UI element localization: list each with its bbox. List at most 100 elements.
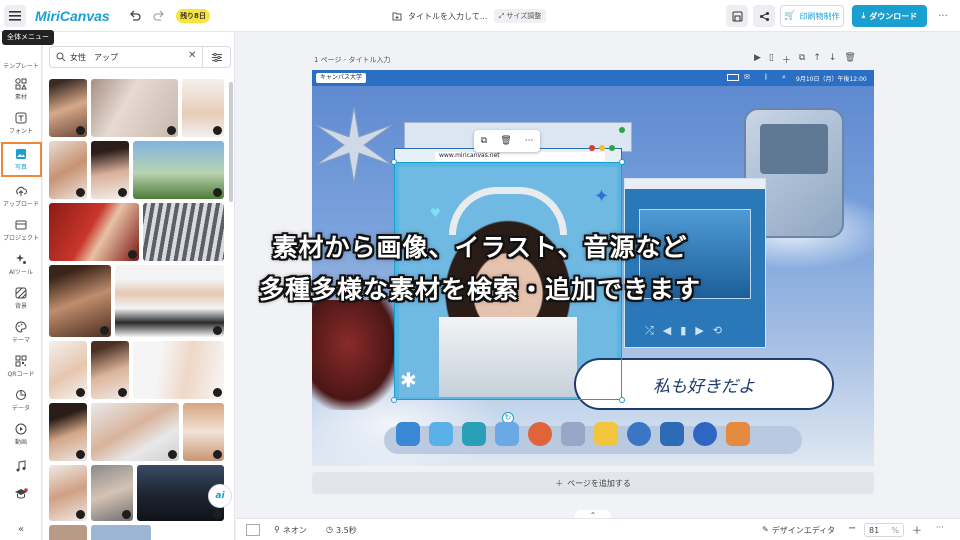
rail-item-learn[interactable] xyxy=(0,484,42,506)
print-button[interactable]: 🛒 印刷物制作 xyxy=(780,5,844,27)
top-bar: MiriCanvas 残り8日 タイトルを入力して... ⤢ サイズ調整 🛒 印刷物… xyxy=(0,0,960,32)
collapse-rail-button[interactable]: « xyxy=(0,522,42,536)
photo-thumb[interactable] xyxy=(91,465,133,521)
rail-item-theme[interactable]: テーマ xyxy=(0,317,42,347)
undo-icon xyxy=(130,10,141,21)
video-icon xyxy=(15,423,27,434)
bluetooth-icon: ᛒ xyxy=(764,73,769,81)
more-button[interactable]: ··· xyxy=(934,7,952,25)
zoom-out-button[interactable]: − xyxy=(848,523,856,534)
photo-thumb[interactable] xyxy=(49,403,87,461)
filter-button[interactable] xyxy=(202,47,231,67)
logo[interactable]: MiriCanvas xyxy=(35,7,110,25)
photo-thumb[interactable] xyxy=(91,525,151,540)
rail-item-music[interactable] xyxy=(0,453,42,481)
download-button[interactable]: ⤓ ダウンロード xyxy=(852,5,927,27)
premium-crown-icon xyxy=(168,450,177,459)
share-icon xyxy=(759,11,769,21)
ai-assistant-button[interactable]: ai xyxy=(208,484,232,508)
user-app-icon xyxy=(693,422,717,446)
search-input[interactable] xyxy=(70,50,185,64)
undo-button[interactable] xyxy=(126,7,144,25)
animation-setting[interactable]: ⚲ ネオン xyxy=(274,525,307,536)
rail-item-qr[interactable]: QRコード xyxy=(0,351,42,381)
trial-badge[interactable]: 残り8日 xyxy=(176,9,210,23)
clock-icon: ◷ xyxy=(326,525,333,534)
zoom-field[interactable]: 81% xyxy=(864,523,904,537)
photo-thumb[interactable] xyxy=(133,341,224,399)
rail-item-elements[interactable]: 素材 xyxy=(0,74,42,104)
selection-handle[interactable] xyxy=(391,397,397,403)
page-thumb-toggle[interactable] xyxy=(246,524,260,536)
rail-item-upload[interactable]: アップロード xyxy=(0,181,42,211)
delete-element-icon[interactable]: 🗑 xyxy=(500,136,511,146)
zoom-in-button[interactable]: ＋ xyxy=(912,522,922,537)
more-options-icon[interactable]: ··· xyxy=(525,136,534,146)
add-page-button[interactable]: ＋ページを追加する xyxy=(312,472,874,494)
photo-thumb[interactable] xyxy=(91,403,179,461)
clear-search-icon[interactable]: ✕ xyxy=(188,50,196,61)
more-bottom-icon[interactable]: ··· xyxy=(936,523,944,532)
more-icon: ··· xyxy=(938,10,948,22)
duplicate-element-icon[interactable]: ⧉ xyxy=(481,136,487,146)
design-page[interactable]: キャンパス大学 ✉ ᛒ ⌕ 9月10日（月）午後12:00 ⤮◀▮▶⟲ www.… xyxy=(312,70,874,466)
photo-thumb[interactable] xyxy=(133,141,224,199)
photo-thumb[interactable] xyxy=(182,79,224,137)
move-down-icon[interactable]: ↓ xyxy=(829,53,837,66)
premium-crown-icon xyxy=(118,188,127,197)
rail-item-photo[interactable]: 写真 xyxy=(0,142,42,177)
rail-item-font[interactable]: フォント xyxy=(0,108,42,138)
premium-crown-icon xyxy=(76,510,85,519)
premium-crown-icon xyxy=(118,388,127,397)
duplicate-icon[interactable]: ⧉ xyxy=(799,53,805,66)
premium-crown-icon xyxy=(213,510,222,519)
play-icon[interactable]: ▶ xyxy=(754,53,761,66)
design-editor-toggle[interactable]: ✎ デザインエディタ xyxy=(762,525,835,536)
hamburger-menu-button[interactable] xyxy=(4,5,26,27)
share-button[interactable] xyxy=(753,5,775,27)
plus-icon: ＋ xyxy=(555,478,564,488)
premium-crown-icon xyxy=(76,126,85,135)
selection-handle[interactable] xyxy=(391,159,397,165)
element-toolbar: ⧉ 🗑 ··· xyxy=(474,130,540,152)
resize-button[interactable]: ⤢ サイズ調整 xyxy=(494,9,546,23)
home-app-icon xyxy=(429,422,453,446)
palette-icon xyxy=(15,320,27,333)
menu-tooltip: 全体メニュー xyxy=(2,30,54,45)
rail-item-data[interactable]: データ xyxy=(0,385,42,415)
page-label[interactable]: 1 ページ - タイトル入力 xyxy=(314,55,391,65)
selection-handle[interactable] xyxy=(619,159,625,165)
double-chevron-left-icon: « xyxy=(17,523,25,535)
delete-page-icon[interactable]: 🗑 xyxy=(844,53,855,66)
music-icon xyxy=(16,460,26,472)
dock-icons xyxy=(396,422,750,446)
rail-item-video[interactable]: 動画 xyxy=(0,419,42,449)
animation-icon: ⚲ xyxy=(274,525,280,534)
menu-icon xyxy=(9,11,21,21)
doc-title[interactable]: タイトルを入力して... xyxy=(392,8,487,24)
photo-thumb[interactable] xyxy=(91,141,129,199)
spiky-star-decoration xyxy=(314,105,394,185)
photo-thumb[interactable] xyxy=(49,79,87,137)
folder-plus-icon xyxy=(392,12,402,21)
graduation-cap-icon xyxy=(15,488,28,499)
photo-thumb[interactable] xyxy=(49,525,87,540)
photo-thumb[interactable] xyxy=(49,341,87,399)
copy-frame-icon[interactable]: ▯ xyxy=(769,53,774,66)
search-box[interactable]: ✕ xyxy=(49,46,231,68)
photo-thumb[interactable] xyxy=(91,79,178,137)
photo-thumb[interactable] xyxy=(183,403,224,461)
cart-icon: 🛒 xyxy=(784,11,796,21)
photo-thumb[interactable] xyxy=(49,465,87,521)
selection-handle[interactable] xyxy=(619,397,625,403)
duration-setting[interactable]: ◷ 3.5秒 xyxy=(326,525,357,536)
add-page-icon[interactable]: ＋ xyxy=(782,53,791,66)
scrollbar[interactable] xyxy=(229,82,233,202)
photo-thumb[interactable] xyxy=(91,341,129,399)
redo-button[interactable] xyxy=(150,7,168,25)
move-up-icon[interactable]: ↑ xyxy=(813,53,821,66)
photo-thumb[interactable] xyxy=(49,141,87,199)
save-status-button[interactable] xyxy=(726,5,748,27)
premium-crown-icon xyxy=(213,326,222,335)
bottom-bar: ⚲ ネオン ◷ 3.5秒 ✎ デザインエディタ − 81% ＋ ··· xyxy=(236,518,960,540)
